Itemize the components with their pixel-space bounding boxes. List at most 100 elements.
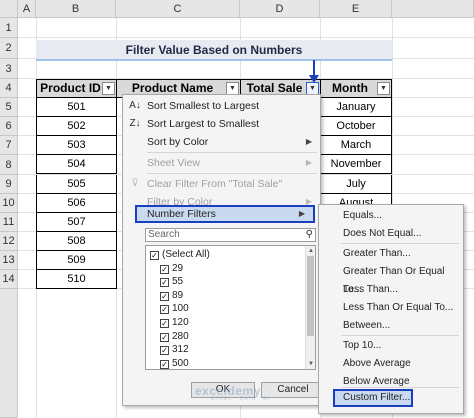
header-product-id-label: Product ID	[40, 81, 101, 95]
submenu-divider	[341, 243, 459, 244]
chevron-right-icon: ▶	[298, 209, 305, 218]
cell-product-id[interactable]: 501	[36, 98, 117, 117]
submenu-item[interactable]: Between...	[319, 317, 463, 335]
list-item[interactable]: ✓ 29	[160, 262, 183, 276]
menu-divider	[147, 152, 317, 153]
checkbox[interactable]: ✓	[150, 251, 159, 260]
row-header[interactable]: 6	[0, 117, 18, 136]
menu-item-label: Number Filters	[147, 208, 216, 220]
chevron-right-icon: ▶	[305, 137, 312, 146]
row-header[interactable]: 7	[0, 136, 18, 155]
row-header[interactable]: 2	[0, 38, 18, 59]
scroll-up-icon[interactable]: ▲	[306, 246, 315, 256]
row-header[interactable]: 9	[0, 175, 18, 194]
column-header-f[interactable]	[392, 0, 474, 18]
cell-month[interactable]: October	[320, 117, 392, 136]
menu-item-sheet-view: Sheet View ▶	[123, 154, 320, 172]
row-header[interactable]: 12	[0, 232, 18, 251]
submenu-item[interactable]: Greater Than Or Equal To...	[319, 263, 463, 295]
scroll-down-icon[interactable]: ▼	[306, 359, 315, 369]
list-item[interactable]: ✓ (Select All)	[150, 248, 210, 262]
column-header-a[interactable]: A	[18, 0, 36, 18]
checkbox[interactable]: ✓	[160, 305, 169, 315]
column-header-c[interactable]: C	[116, 0, 240, 18]
checkbox[interactable]: ✓	[160, 319, 169, 328]
sort-descending-icon: Z↓	[129, 118, 141, 129]
list-item[interactable]: ✓ 89	[160, 289, 183, 303]
row-header[interactable]: 10	[0, 194, 18, 213]
number-filters-submenu: Equals... Does Not Equal... Greater Than..…	[318, 204, 464, 414]
cell-product-id[interactable]: 504	[36, 155, 117, 174]
list-item[interactable]: ✓ 312	[160, 343, 189, 357]
menu-item-clear-filter: ⊽ Clear Filter From "Total Sale"	[123, 175, 320, 193]
menu-item-number-filters[interactable]: Number Filters ▶	[135, 205, 315, 223]
cell-month[interactable]: March	[320, 136, 392, 155]
header-month[interactable]: Month ▼	[320, 79, 392, 98]
list-item-label: 100	[172, 303, 189, 315]
submenu-item[interactable]: Less Than...	[319, 281, 463, 299]
header-product-id[interactable]: Product ID ▼	[36, 79, 117, 98]
checkbox[interactable]: ✓	[160, 332, 169, 342]
filter-dropdown-month[interactable]: ▼	[377, 82, 390, 95]
list-item-label: 312	[172, 344, 189, 356]
menu-item-sort-by-color[interactable]: Sort by Color ▶	[123, 133, 320, 151]
list-item[interactable]: ✓ 100	[160, 302, 189, 316]
search-input[interactable]: Search ⚲	[145, 228, 316, 242]
submenu-item[interactable]: Custom Filter...	[333, 389, 413, 407]
checkbox[interactable]: ✓	[160, 359, 169, 369]
watermark-tagline: EXCEL · DATA · BI	[211, 396, 271, 402]
checkbox[interactable]: ✓	[160, 278, 169, 288]
row-header[interactable]: 5	[0, 98, 18, 117]
row-header[interactable]: 11	[0, 213, 18, 232]
row-header[interactable]: 3	[0, 59, 18, 79]
list-scrollbar[interactable]: ▲ ▼	[305, 246, 315, 369]
list-item-label: 55	[172, 276, 184, 288]
column-header-b[interactable]: B	[36, 0, 116, 18]
menu-item-label: Sort by Color	[147, 136, 209, 148]
column-header-e[interactable]: E	[320, 0, 392, 18]
submenu-divider	[341, 387, 459, 388]
cell-product-id[interactable]: 509	[36, 251, 117, 270]
cell-month[interactable]: July	[320, 175, 392, 194]
cell-product-id[interactable]: 508	[36, 232, 117, 251]
list-item[interactable]: ✓ 55	[160, 275, 183, 289]
search-icon: ⚲	[305, 229, 313, 240]
scrollbar-thumb[interactable]	[307, 256, 314, 336]
submenu-item[interactable]: Equals...	[319, 207, 463, 225]
checkbox[interactable]: ✓	[160, 291, 169, 301]
cell-product-id[interactable]: 505	[36, 175, 117, 194]
value-list[interactable]: ✓ (Select All) ✓ 29 ✓ 55 ✓ 89 ✓ 100 ✓ 120 ✓ 280 ✓ 312 ✓ 5…	[145, 245, 316, 370]
column-header-d[interactable]: D	[240, 0, 320, 18]
row-header[interactable]: 1	[0, 18, 18, 38]
cell-product-id[interactable]: 510	[36, 270, 117, 289]
cell-product-id[interactable]: 502	[36, 117, 117, 136]
list-item[interactable]: ✓ 280	[160, 330, 189, 344]
cell-product-id[interactable]: 507	[36, 213, 117, 232]
select-all-corner[interactable]	[0, 0, 18, 18]
submenu-item[interactable]: Above Average	[319, 355, 463, 373]
list-item-label: 120	[172, 317, 189, 328]
checkbox[interactable]: ✓	[160, 346, 169, 356]
watermark-logo: exceldemy EXCEL · DATA · BI	[195, 384, 305, 402]
cell-month[interactable]: January	[320, 98, 392, 117]
submenu-item[interactable]: Less Than Or Equal To...	[319, 299, 463, 317]
list-item[interactable]: ✓ 120	[160, 316, 189, 330]
menu-item-sort-ascending[interactable]: A↓ Sort Smallest to Largest	[123, 97, 320, 115]
row-header[interactable]: 14	[0, 270, 18, 289]
row-header[interactable]: 8	[0, 155, 18, 175]
cell-month[interactable]: November	[320, 155, 392, 174]
filter-dropdown-product-id[interactable]: ▼	[102, 82, 115, 95]
gridline	[18, 37, 474, 38]
row-header[interactable]: 4	[0, 79, 18, 98]
list-item[interactable]: ✓ 500	[160, 357, 189, 369]
list-item-label: 29	[172, 262, 184, 274]
cell-product-id[interactable]: 503	[36, 136, 117, 155]
menu-item-label: Sort Smallest to Largest	[147, 100, 260, 112]
submenu-item[interactable]: Top 10...	[319, 337, 463, 355]
checkbox[interactable]: ✓	[160, 264, 169, 274]
row-header[interactable]: 13	[0, 251, 18, 270]
menu-item-sort-descending[interactable]: Z↓ Sort Largest to Smallest	[123, 115, 320, 133]
submenu-item[interactable]: Greater Than...	[319, 245, 463, 263]
cell-product-id[interactable]: 506	[36, 194, 117, 213]
submenu-item[interactable]: Does Not Equal...	[319, 225, 463, 243]
